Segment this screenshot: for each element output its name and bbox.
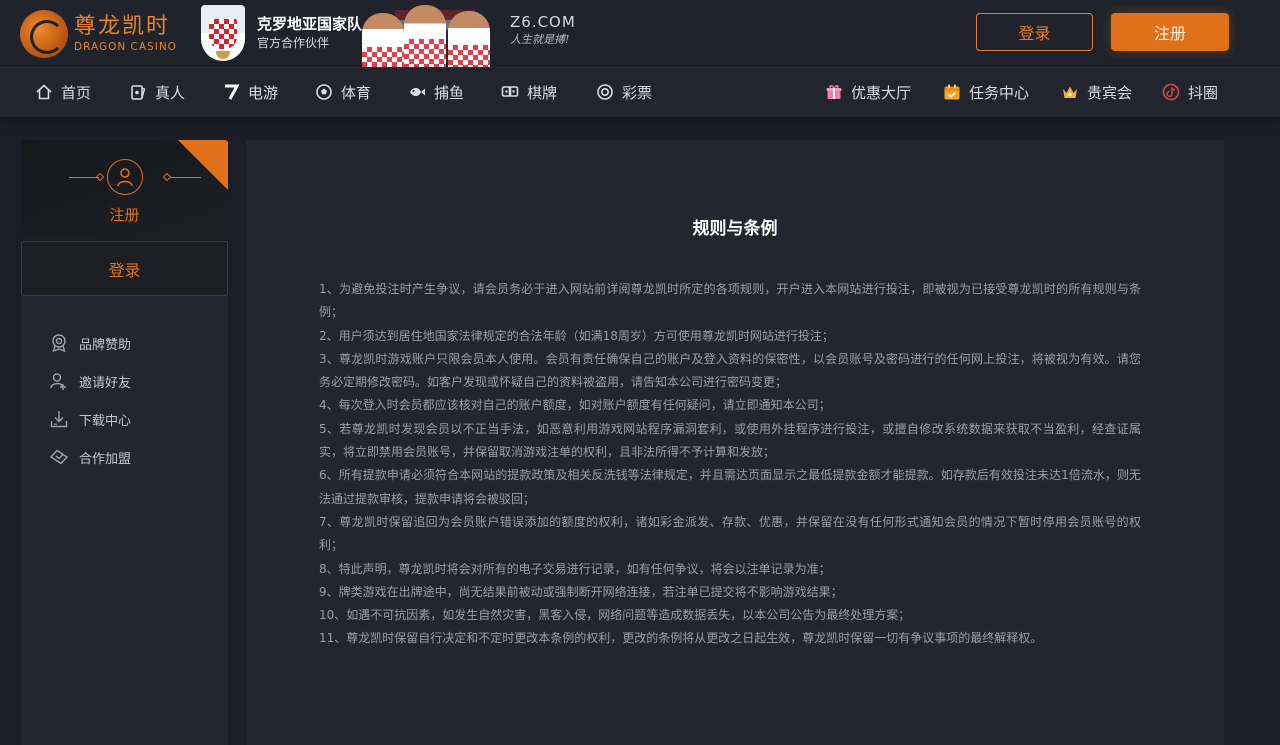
domain-slogan: Z6.COM 人生就是搏! bbox=[510, 12, 576, 48]
dice-icon bbox=[501, 83, 519, 101]
sidebar-item-partnership[interactable]: 合作加盟 bbox=[49, 446, 131, 468]
site-domain: Z6.COM bbox=[510, 13, 576, 31]
site-logo[interactable]: 尊龙凯时 DRAGON CASINO bbox=[20, 8, 185, 60]
partner-title: 克罗地亚国家队 bbox=[257, 15, 363, 33]
rule-item: 8、特此声明，尊龙凯时将会对所有的电子交易进行记录，如有任何争议，将会以注单记录… bbox=[319, 561, 831, 576]
cards-icon bbox=[129, 83, 147, 101]
rule-item: 7、尊龙凯时保留追回为会员账户错误添加的额度的权利，诸如彩金派发、存款、优惠，并… bbox=[319, 514, 1141, 553]
soccer-ball-icon bbox=[315, 83, 333, 101]
sidebar-item-invite-friends[interactable]: 邀请好友 bbox=[49, 370, 131, 392]
rule-item: 10、如遇不可抗因素，如发生自然灾害，黑客入侵，网络问题等造成数据丢失，以本公司… bbox=[319, 608, 911, 623]
home-icon bbox=[35, 83, 53, 101]
nav-item-slots[interactable]: 电游 bbox=[222, 68, 278, 116]
main-nav: 首页 真人 电游 体育 捕鱼 棋牌 彩票 优惠大厅 任务中心 贵宾会 抖圈 bbox=[0, 67, 1280, 117]
top-header: 尊龙凯时 DRAGON CASINO 克罗地亚国家队 官方合作伙伴 Z6.COM… bbox=[0, 0, 1280, 67]
rule-item: 1、为避免投注时产生争议，请会员务必于进入网站前详阅尊龙凯时所定的各项规则，开户… bbox=[319, 282, 1141, 320]
header-register-button[interactable]: 注册 bbox=[1111, 13, 1229, 51]
sidebar-item-brand-sponsorship[interactable]: 品牌赞助 bbox=[49, 332, 131, 354]
nav-item-lottery[interactable]: 彩票 bbox=[596, 68, 652, 116]
rule-item: 11、尊龙凯时保留自行决定和不定时更改本条例的权利，更改的条例将从更改之日起生效… bbox=[319, 631, 1043, 646]
nav-item-chess-cards[interactable]: 棋牌 bbox=[501, 68, 557, 116]
fish-icon bbox=[408, 83, 426, 101]
rule-item: 3、尊龙凯时游戏账户只限会员本人使用。会员有责任确保自己的账户及登入资料的保密性… bbox=[319, 351, 1141, 390]
header-login-button[interactable]: 登录 bbox=[976, 13, 1093, 51]
sidebar-login-button[interactable]: 登录 bbox=[21, 241, 228, 296]
rule-item: 4、每次登入时会员都应该核对自己的账户额度，如对账户额度有任何疑问，请立即通知本… bbox=[319, 398, 831, 413]
nav-item-fishing[interactable]: 捕鱼 bbox=[408, 68, 464, 116]
nav-item-task-center[interactable]: 任务中心 bbox=[943, 68, 1029, 116]
dragon-logo-icon bbox=[20, 10, 68, 58]
award-badge-icon bbox=[49, 333, 69, 353]
partner-subtitle: 官方合作伙伴 bbox=[257, 36, 330, 50]
crown-icon bbox=[1061, 83, 1079, 101]
player-image bbox=[362, 13, 404, 67]
player-image bbox=[404, 5, 446, 67]
rules-panel: 规则与条例 1、为避免投注时产生争议，请会员务必于进入网站前详阅尊龙凯时所定的各… bbox=[246, 140, 1224, 745]
player-image bbox=[448, 11, 490, 67]
nav-item-home[interactable]: 首页 bbox=[35, 68, 91, 116]
corner-ribbon bbox=[178, 140, 228, 190]
download-icon bbox=[49, 409, 69, 429]
players-banner bbox=[360, 0, 495, 67]
site-slogan: 人生就是搏! bbox=[510, 33, 570, 46]
sidebar-menu bbox=[21, 296, 228, 745]
croatia-crest-icon bbox=[201, 5, 245, 61]
nav-item-live[interactable]: 真人 bbox=[129, 68, 185, 116]
nav-item-douquan[interactable]: 抖圈 bbox=[1162, 68, 1218, 116]
calendar-icon bbox=[943, 83, 961, 101]
sidebar-register-label: 注册 bbox=[109, 206, 140, 224]
rule-item: 6、所有提款申请必须符合本网站的提款政策及相关反洗钱等法律规定，并且需达页面显示… bbox=[319, 468, 1141, 506]
user-icon bbox=[107, 159, 143, 195]
invite-user-icon bbox=[49, 371, 69, 391]
sidebar-register-card[interactable]: 注册 bbox=[21, 140, 228, 237]
rule-item: 5、若尊龙凯时发现会员以不正当手法，如恶意利用游戏网站程序漏洞套利，或使用外挂程… bbox=[319, 421, 1141, 460]
nav-item-sports[interactable]: 体育 bbox=[315, 68, 371, 116]
slot-seven-icon bbox=[222, 83, 240, 101]
page-title: 规则与条例 bbox=[692, 219, 778, 239]
rule-item: 2、用户须达到居住地国家法律规定的合法年龄（如满18周岁）方可使用尊龙凯时网站进… bbox=[319, 328, 834, 343]
tiktok-icon bbox=[1162, 83, 1180, 101]
logo-english-name: DRAGON CASINO bbox=[74, 41, 177, 53]
partner-info: 克罗地亚国家队 官方合作伙伴 bbox=[257, 14, 362, 52]
nav-item-promotions[interactable]: 优惠大厅 bbox=[825, 68, 911, 116]
nav-item-vip[interactable]: 贵宾会 bbox=[1061, 68, 1132, 116]
rules-list: 1、为避免投注时产生争议，请会员务必于进入网站前详阅尊龙凯时所定的各项规则，开户… bbox=[319, 278, 1141, 651]
sidebar-item-download-center[interactable]: 下载中心 bbox=[49, 408, 131, 430]
rule-item: 9、牌类游戏在出牌途中，尚无结果前被动或强制断开网络连接，若注单已提交将不影响游… bbox=[319, 584, 843, 599]
logo-chinese-name: 尊龙凯时 bbox=[74, 14, 171, 39]
gift-icon bbox=[825, 83, 843, 101]
handshake-icon bbox=[49, 447, 69, 467]
lottery-ball-icon bbox=[596, 83, 614, 101]
